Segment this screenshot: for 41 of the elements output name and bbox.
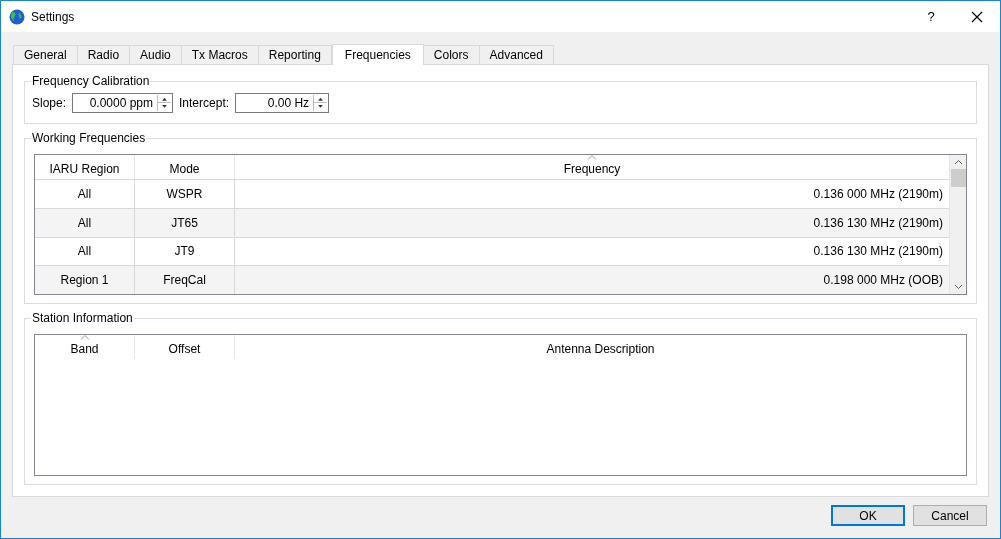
table-cell: FreqCal [135, 266, 235, 294]
tab[interactable]: Frequencies [331, 44, 424, 65]
header-text: IARU Region [49, 160, 120, 178]
header-text: Mode [169, 160, 200, 178]
table-cell-text: 0.136 000 MHz (2190m) [812, 185, 944, 203]
header-text: Offset [168, 340, 201, 358]
table-cell: JT65 [135, 208, 235, 237]
globe-icon [9, 8, 25, 25]
spin-box[interactable]: 0.00 Hz [235, 92, 330, 113]
column-header[interactable]: Antenna Description [235, 335, 966, 359]
spin-arrows-icon[interactable] [313, 94, 328, 111]
header-text: Antenna Description [546, 340, 655, 358]
group-title: Frequency Calibration [31, 74, 151, 88]
spin-arrows-icon[interactable] [157, 94, 172, 111]
close-icon [971, 10, 983, 23]
group-title: Station Information [31, 311, 134, 325]
field-label: Slope: [32, 94, 67, 112]
table-cell: All [35, 208, 135, 237]
table-cell-text: 0.198 000 MHz (OOB) [822, 272, 944, 290]
group-title: Working Frequencies [31, 131, 147, 145]
window-title: Settings [31, 8, 75, 26]
dialog-button[interactable]: OK [831, 505, 905, 526]
column-header[interactable]: Offset [135, 335, 235, 359]
scrollbar-thumb[interactable] [950, 169, 966, 187]
header-text: Frequency [563, 160, 621, 178]
column-header[interactable]: Band [35, 335, 135, 359]
tab[interactable]: Advanced [478, 45, 554, 64]
tab[interactable]: Reporting [257, 45, 332, 64]
tab[interactable]: General [13, 45, 78, 64]
scrollbar[interactable] [949, 155, 966, 294]
table-cell: Region 1 [35, 266, 135, 294]
header-text: Band [70, 340, 99, 358]
table-cell: All [35, 180, 135, 208]
spin-box[interactable]: 0.0000 ppm [72, 92, 174, 113]
table-cell-text: 0.136 130 MHz (2190m) [812, 243, 944, 261]
dialog-button[interactable]: Cancel [913, 505, 987, 526]
table-cell: WSPR [135, 180, 235, 208]
field-label: Intercept: [179, 94, 230, 112]
table-cell-text: 0.136 130 MHz (2190m) [812, 214, 944, 232]
help-button[interactable]: ? [908, 1, 954, 32]
column-header[interactable]: Frequency [235, 155, 949, 179]
